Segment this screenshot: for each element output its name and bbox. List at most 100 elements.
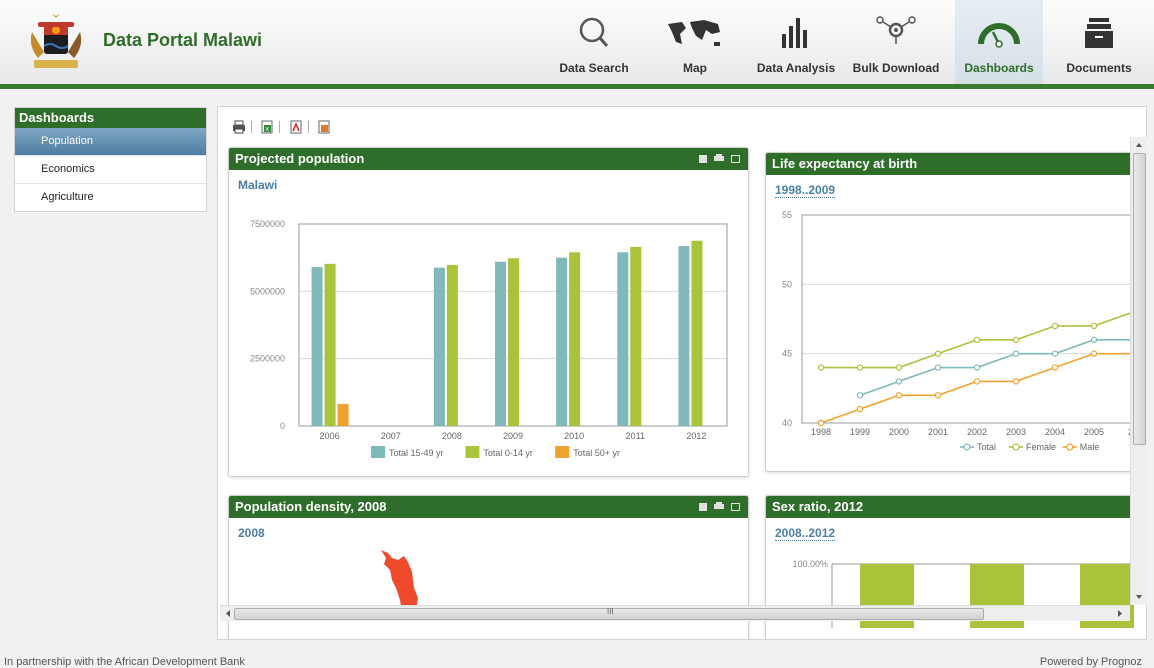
vertical-scroll-thumb[interactable]: [1133, 153, 1146, 445]
scroll-up-arrow-icon[interactable]: [1131, 139, 1147, 151]
nav-label: Documents: [1066, 61, 1132, 75]
sidebar-item-economics[interactable]: Economics: [15, 156, 206, 184]
x-tick-label: 2010: [564, 431, 584, 441]
data-point: [1012, 350, 1020, 357]
data-point: [973, 378, 981, 385]
data-point: [1051, 322, 1059, 330]
nav-label: Bulk Download: [852, 61, 940, 75]
bar: [569, 252, 581, 426]
bar: [495, 261, 506, 426]
network-icon: [846, 14, 946, 54]
nav-data-analysis[interactable]: Data Analysis: [752, 0, 840, 84]
nav-documents[interactable]: Documents: [1057, 0, 1141, 84]
x-tick-label: 2000: [889, 427, 909, 437]
panel-title: Sex ratio, 2012: [772, 499, 864, 514]
x-tick-label: 2012: [686, 431, 706, 441]
y-tick-label: 45: [782, 349, 792, 359]
bar: [337, 403, 349, 426]
legend-marker: [1066, 443, 1074, 451]
bar: [617, 252, 629, 426]
bar: [433, 267, 445, 426]
search-icon: [555, 14, 633, 54]
pdf-export-icon[interactable]: [289, 120, 303, 134]
x-tick-label: 1999: [850, 427, 870, 437]
scroll-down-arrow-icon[interactable]: [1131, 591, 1147, 603]
data-point: [856, 405, 864, 413]
scroll-left-arrow-icon[interactable]: [222, 606, 234, 621]
sidebar-header: Dashboards: [15, 108, 206, 128]
nav-label: Data Search: [559, 61, 629, 75]
coat-of-arms-logo[interactable]: [24, 12, 88, 74]
x-tick-label: 2005: [1084, 427, 1104, 437]
scroll-right-arrow-icon[interactable]: [1114, 606, 1126, 621]
data-point: [895, 364, 903, 371]
x-tick-label: 2011: [626, 431, 645, 441]
data-point: [1012, 378, 1020, 385]
data-point: [934, 350, 942, 357]
x-tick-label: 1998: [811, 427, 831, 437]
print-icon[interactable]: [232, 120, 246, 134]
table-view-icon[interactable]: [699, 148, 707, 170]
legend-label: Total 0-14 yr: [483, 448, 533, 458]
sidebar-item-agriculture[interactable]: Agriculture: [15, 184, 206, 211]
x-tick-label: 2008: [442, 431, 462, 441]
series-line: [820, 352, 1133, 424]
data-point: [895, 378, 903, 385]
data-point: [1051, 350, 1059, 357]
dashboard-content: x Projected population Malawi 0 2500000 50…: [217, 106, 1147, 640]
data-point: [1012, 336, 1020, 343]
x-tick-label: 2007: [381, 431, 401, 441]
life-expectancy-chart: 40 45 50 55 1998 1999 2000 2001 2002 2003 2004 2005…: [782, 210, 1146, 452]
table-view-icon[interactable]: [699, 496, 707, 518]
excel-export-icon[interactable]: x: [260, 120, 274, 134]
print-icon[interactable]: [714, 148, 724, 170]
horizontal-scrollbar[interactable]: III: [220, 605, 1130, 621]
footer-partnership: In partnership with the African Developm…: [4, 656, 245, 668]
horizontal-scroll-thumb[interactable]: III: [234, 607, 984, 620]
ppt-export-icon[interactable]: [317, 120, 331, 134]
legend-swatch: [465, 446, 480, 458]
nav-label: Dashboards: [964, 61, 1034, 75]
data-point: [856, 364, 864, 371]
nav-label: Data Analysis: [756, 61, 836, 75]
maximize-icon[interactable]: [731, 148, 740, 170]
print-icon[interactable]: [714, 496, 724, 518]
sidebar: Dashboards Population Economics Agricult…: [14, 107, 207, 212]
y-tick-label: 2500000: [250, 354, 285, 364]
site-title[interactable]: Data Portal Malawi: [103, 30, 262, 51]
nav-bulk-download[interactable]: Bulk Download: [846, 0, 946, 84]
y-tick-label: 50: [782, 279, 792, 289]
nav-dashboards[interactable]: Dashboards: [955, 0, 1043, 84]
y-tick-label: 5000000: [250, 286, 285, 296]
nav-data-search[interactable]: Data Search: [555, 0, 633, 84]
panel-subtitle[interactable]: 2008..2012: [775, 526, 836, 541]
y-tick-label: 0: [280, 421, 285, 431]
y-tick-label: 40: [782, 418, 792, 428]
x-tick-label: 2003: [1006, 427, 1026, 437]
data-point: [856, 392, 864, 399]
bar-chart-icon: [752, 14, 840, 54]
projected-population-chart: 0 2500000 5000000 7500000 2006 2007 2008 2009 20…: [250, 219, 728, 458]
bar: [508, 258, 519, 426]
bar: [446, 264, 458, 426]
data-point: [1090, 350, 1098, 357]
bar: [324, 263, 336, 426]
nav-map[interactable]: Map: [656, 0, 734, 84]
bar: [691, 240, 703, 426]
panel-life-expectancy: Life expectancy at birth 1998..2009 40 45…: [765, 152, 1146, 472]
y-tick-label: 100.00%: [792, 559, 828, 569]
x-tick-label: 2001: [928, 427, 948, 437]
data-point: [934, 364, 942, 371]
x-tick-label: 2002: [967, 427, 987, 437]
header-divider: [0, 84, 1154, 89]
svg-text:x: x: [266, 126, 270, 133]
panel-title: Population density, 2008: [235, 499, 387, 514]
maximize-icon[interactable]: [731, 496, 740, 518]
legend-label: Female: [1026, 442, 1056, 452]
legend-label: Total 15-49 yr: [389, 448, 444, 458]
sidebar-item-population[interactable]: Population: [15, 128, 206, 156]
panel-header: Sex ratio, 2012: [766, 496, 1146, 518]
legend-label: Male: [1080, 442, 1100, 452]
vertical-scrollbar[interactable]: [1130, 137, 1147, 605]
data-point: [1090, 322, 1098, 330]
